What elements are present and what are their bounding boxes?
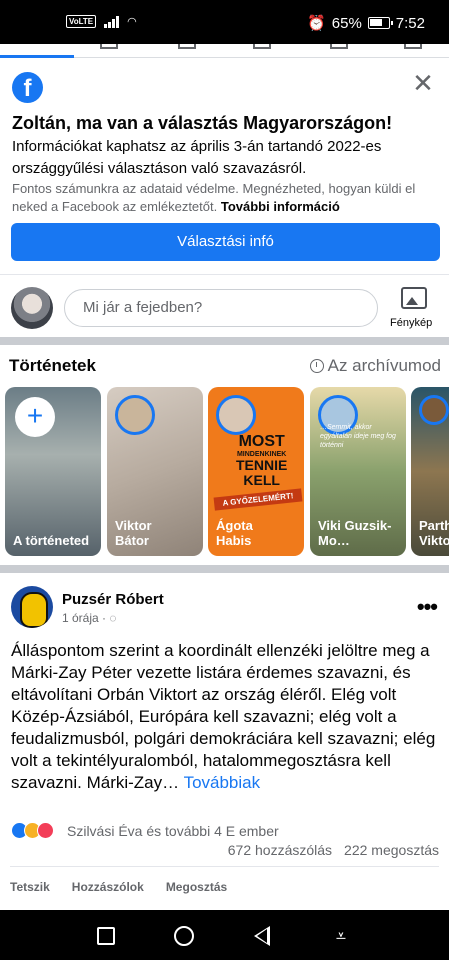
share-button[interactable]: Megosztás	[166, 880, 227, 894]
story-quote: …Semmit, akkor egyáltalán ideje meg fog …	[320, 424, 396, 449]
share-count[interactable]: 222 megosztás	[344, 842, 439, 858]
volte-badge: VoLTE	[66, 15, 97, 28]
post-body: Álláspontom szerint a koordinált ellenzé…	[11, 641, 436, 792]
notifications-tab-icon[interactable]	[253, 44, 271, 49]
story-name: Viki Guzsik-Mo…	[318, 518, 392, 548]
election-info-button[interactable]: Választási infó	[11, 223, 440, 261]
battery-percent: 65%	[331, 14, 362, 32]
like-button[interactable]: Tetszik	[10, 880, 50, 894]
add-story-icon[interactable]: +	[15, 397, 55, 437]
signal-icon	[104, 15, 120, 28]
election-note-text: Fontos számunkra az adataid védelme. Meg…	[12, 181, 416, 214]
archive-label[interactable]: Az archívumod	[328, 356, 441, 376]
clock-icon	[309, 359, 324, 373]
system-nav-bar: ⩡	[0, 910, 449, 960]
photo-icon[interactable]	[401, 287, 427, 309]
post-composer: Mi jár a fejedben? Fénykép	[0, 274, 449, 336]
story-name: Ágota Habis	[216, 518, 253, 548]
election-body: Információkat kaphatsz az április 3-án t…	[12, 138, 382, 177]
archive-link[interactable]: Az archívumod	[309, 356, 441, 376]
engagement-counts: 672 hozzászólás 222 megosztás	[228, 842, 439, 858]
election-title: Zoltán, ma van a választás Magyarországo…	[12, 113, 393, 133]
marketplace-tab-icon[interactable]	[178, 44, 196, 49]
story-overlay-text: MOST MINDENKINEK TENNIE KELL	[236, 433, 287, 488]
post-actions: Tetszik Hozzászólok Megosztás	[10, 866, 439, 906]
top-nav-bar	[0, 44, 449, 58]
back-icon[interactable]	[254, 926, 270, 946]
comment-button[interactable]: Hozzászólok	[72, 880, 144, 894]
clock-time: 7:52	[395, 14, 425, 32]
post-author[interactable]: Puzsér Róbert	[62, 591, 164, 608]
reaction-icons[interactable]	[11, 822, 54, 839]
status-left: VoLTE ◠	[66, 15, 137, 28]
story-card[interactable]: MOST MINDENKINEK TENNIE KELL A GYŐZELEMÉ…	[208, 387, 304, 556]
overlay-line: KELL	[243, 472, 280, 488]
post-text: Álláspontom szerint a koordinált ellenzé…	[11, 640, 439, 794]
story-card[interactable]: …Semmit, akkor egyáltalán ideje meg fog …	[310, 387, 406, 556]
avatar[interactable]	[11, 287, 53, 329]
story-name: A történeted	[13, 533, 90, 548]
groups-tab-icon[interactable]	[330, 44, 348, 49]
story-card[interactable]: Parth Vikto	[411, 387, 449, 556]
overlay-line: TENNIE	[236, 457, 288, 473]
section-divider	[0, 565, 449, 573]
story-name: Viktor Bátor	[115, 518, 152, 548]
battery-icon	[367, 17, 393, 29]
status-right: ⏰ 65% 7:52	[307, 14, 425, 33]
photo-label[interactable]: Fénykép	[390, 317, 432, 329]
story-avatar	[115, 395, 155, 435]
election-reminder-card: f ✕ Zoltán, ma van a választás Magyarors…	[0, 58, 449, 274]
watch-tab-icon[interactable]	[100, 44, 118, 49]
overlay-line: MOST	[238, 433, 285, 450]
menu-tab-icon[interactable]	[404, 44, 422, 49]
stories-title: Történetek	[9, 356, 96, 375]
love-reaction-icon	[37, 822, 54, 839]
status-input[interactable]: Mi jár a fejedben?	[64, 289, 378, 327]
section-divider	[0, 337, 449, 345]
globe-icon: ◌	[109, 611, 117, 625]
more-info-link[interactable]: További információ	[221, 199, 340, 214]
post-time: 1 órája · ◌	[62, 611, 117, 625]
post-time-text: 1 órája ·	[62, 611, 107, 625]
alarm-icon: ⏰	[307, 15, 326, 32]
story-ribbon: A GYŐZELEMÉRT!	[213, 488, 303, 511]
comment-count[interactable]: 672 hozzászólás	[228, 842, 332, 858]
avatar[interactable]	[11, 586, 53, 628]
wifi-icon: ◠	[127, 16, 137, 28]
see-more-link[interactable]: Továbbiak	[184, 773, 261, 792]
home-icon[interactable]	[174, 926, 194, 946]
story-card[interactable]: Viktor Bátor	[107, 387, 203, 556]
recents-icon[interactable]	[97, 927, 115, 945]
status-bar: VoLTE ◠ ⏰ 65% 7:52	[0, 0, 449, 44]
story-avatar	[216, 395, 256, 435]
notification-pull-icon[interactable]: ⩡	[332, 926, 350, 946]
facebook-logo-icon: f	[12, 72, 43, 103]
election-note: Fontos számunkra az adataid védelme. Meg…	[12, 180, 437, 216]
story-name: Parth Vikto	[419, 518, 449, 548]
story-card-own[interactable]: + A történeted	[5, 387, 101, 556]
story-avatar	[419, 395, 449, 425]
close-icon[interactable]: ✕	[409, 70, 437, 98]
more-options-icon[interactable]: •••	[417, 594, 438, 620]
reactions-summary[interactable]: Szilvási Éva és további 4 E ember	[67, 823, 279, 839]
